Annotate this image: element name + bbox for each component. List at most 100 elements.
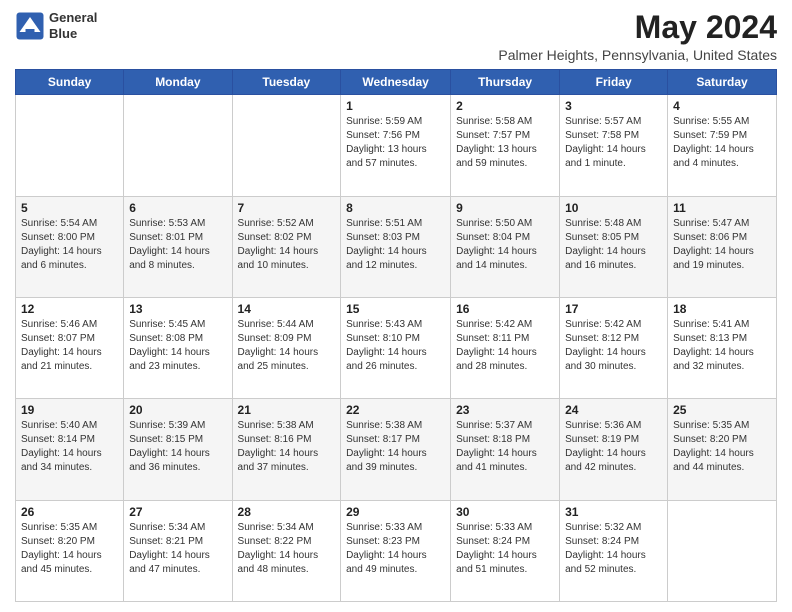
- day-number-0-6: 4: [673, 99, 771, 113]
- day-number-4-2: 28: [238, 505, 336, 519]
- day-number-1-3: 8: [346, 201, 445, 215]
- day-number-3-3: 22: [346, 403, 445, 417]
- cell-0-3: 1 Sunrise: 5:59 AM Sunset: 7:56 PM Daylig…: [341, 95, 451, 196]
- cell-4-3: 29 Sunrise: 5:33 AM Sunset: 8:23 PM Dayli…: [341, 500, 451, 601]
- cell-4-6: [668, 500, 777, 601]
- week-row-1: 5 Sunrise: 5:54 AM Sunset: 8:00 PM Daylig…: [16, 196, 777, 297]
- day-info-3-1: Sunrise: 5:39 AM Sunset: 8:15 PM Dayligh…: [129, 419, 226, 475]
- cell-4-5: 31 Sunrise: 5:32 AM Sunset: 8:24 PM Dayli…: [560, 500, 668, 601]
- cell-4-0: 26 Sunrise: 5:35 AM Sunset: 8:20 PM Dayli…: [16, 500, 124, 601]
- cell-2-1: 13 Sunrise: 5:45 AM Sunset: 8:08 PM Dayli…: [124, 297, 232, 398]
- day-number-0-3: 1: [346, 99, 445, 113]
- day-number-4-0: 26: [21, 505, 118, 519]
- day-info-1-4: Sunrise: 5:50 AM Sunset: 8:04 PM Dayligh…: [456, 217, 554, 273]
- cell-0-6: 4Sunrise: 5:55 AM Sunset: 7:59 PM Daylig…: [668, 95, 777, 196]
- day-info-2-4: Sunrise: 5:42 AM Sunset: 8:11 PM Dayligh…: [456, 318, 554, 374]
- week-row-0: 1 Sunrise: 5:59 AM Sunset: 7:56 PM Daylig…: [16, 95, 777, 196]
- day-info-4-0: Sunrise: 5:35 AM Sunset: 8:20 PM Dayligh…: [21, 521, 118, 577]
- day-info-1-1: Sunrise: 5:53 AM Sunset: 8:01 PM Dayligh…: [129, 217, 226, 273]
- logo-line1: General: [49, 10, 97, 26]
- cell-2-3: 15 Sunrise: 5:43 AM Sunset: 8:10 PM Dayli…: [341, 297, 451, 398]
- cell-2-4: 16 Sunrise: 5:42 AM Sunset: 8:11 PM Dayli…: [451, 297, 560, 398]
- col-thursday: Thursday: [451, 70, 560, 95]
- cell-0-0: [16, 95, 124, 196]
- day-info-4-3: Sunrise: 5:33 AM Sunset: 8:23 PM Dayligh…: [346, 521, 445, 577]
- cell-1-5: 10Sunrise: 5:48 AM Sunset: 8:05 PM Dayli…: [560, 196, 668, 297]
- col-wednesday: Wednesday: [341, 70, 451, 95]
- day-info-2-3: Sunrise: 5:43 AM Sunset: 8:10 PM Dayligh…: [346, 318, 445, 374]
- cell-2-6: 18 Sunrise: 5:41 AM Sunset: 8:13 PM Dayli…: [668, 297, 777, 398]
- cell-3-6: 25Sunrise: 5:35 AM Sunset: 8:20 PM Dayli…: [668, 399, 777, 500]
- day-info-2-0: Sunrise: 5:46 AM Sunset: 8:07 PM Dayligh…: [21, 318, 118, 374]
- title-block: May 2024 Palmer Heights, Pennsylvania, U…: [498, 10, 777, 63]
- calendar-table: Sunday Monday Tuesday Wednesday Thursday…: [15, 69, 777, 602]
- day-number-1-1: 6: [129, 201, 226, 215]
- col-sunday: Sunday: [16, 70, 124, 95]
- day-info-4-5: Sunrise: 5:32 AM Sunset: 8:24 PM Dayligh…: [565, 521, 662, 577]
- day-number-2-4: 16: [456, 302, 554, 316]
- cell-3-3: 22 Sunrise: 5:38 AM Sunset: 8:17 PM Dayli…: [341, 399, 451, 500]
- day-number-3-4: 23: [456, 403, 554, 417]
- day-number-1-2: 7: [238, 201, 336, 215]
- col-monday: Monday: [124, 70, 232, 95]
- day-number-3-2: 21: [238, 403, 336, 417]
- cell-0-1: [124, 95, 232, 196]
- logo-icon: [15, 11, 45, 41]
- cell-3-2: 21 Sunrise: 5:38 AM Sunset: 8:16 PM Dayli…: [232, 399, 341, 500]
- cell-3-1: 20Sunrise: 5:39 AM Sunset: 8:15 PM Dayli…: [124, 399, 232, 500]
- day-info-0-3: Sunrise: 5:59 AM Sunset: 7:56 PM Dayligh…: [346, 115, 445, 171]
- main-title: May 2024: [498, 10, 777, 45]
- day-number-0-4: 2: [456, 99, 554, 113]
- day-number-4-1: 27: [129, 505, 226, 519]
- day-info-1-2: Sunrise: 5:52 AM Sunset: 8:02 PM Dayligh…: [238, 217, 336, 273]
- day-info-0-4: Sunrise: 5:58 AM Sunset: 7:57 PM Dayligh…: [456, 115, 554, 171]
- cell-4-1: 27 Sunrise: 5:34 AM Sunset: 8:21 PM Dayli…: [124, 500, 232, 601]
- day-info-3-2: Sunrise: 5:38 AM Sunset: 8:16 PM Dayligh…: [238, 419, 336, 475]
- page: General Blue May 2024 Palmer Heights, Pe…: [0, 0, 792, 612]
- day-info-3-4: Sunrise: 5:37 AM Sunset: 8:18 PM Dayligh…: [456, 419, 554, 475]
- day-info-4-1: Sunrise: 5:34 AM Sunset: 8:21 PM Dayligh…: [129, 521, 226, 577]
- day-number-4-5: 31: [565, 505, 662, 519]
- cell-1-3: 8 Sunrise: 5:51 AM Sunset: 8:03 PM Daylig…: [341, 196, 451, 297]
- day-info-3-6: Sunrise: 5:35 AM Sunset: 8:20 PM Dayligh…: [673, 419, 771, 475]
- cell-0-2: [232, 95, 341, 196]
- logo: General Blue: [15, 10, 97, 41]
- cell-3-5: 24Sunrise: 5:36 AM Sunset: 8:19 PM Dayli…: [560, 399, 668, 500]
- cell-3-0: 19Sunrise: 5:40 AM Sunset: 8:14 PM Dayli…: [16, 399, 124, 500]
- calendar-header: Sunday Monday Tuesday Wednesday Thursday…: [16, 70, 777, 95]
- cell-2-0: 12 Sunrise: 5:46 AM Sunset: 8:07 PM Dayli…: [16, 297, 124, 398]
- day-number-1-0: 5: [21, 201, 118, 215]
- day-number-2-1: 13: [129, 302, 226, 316]
- day-info-4-2: Sunrise: 5:34 AM Sunset: 8:22 PM Dayligh…: [238, 521, 336, 577]
- logo-line2: Blue: [49, 26, 97, 42]
- day-info-3-3: Sunrise: 5:38 AM Sunset: 8:17 PM Dayligh…: [346, 419, 445, 475]
- day-number-2-3: 15: [346, 302, 445, 316]
- header: General Blue May 2024 Palmer Heights, Pe…: [15, 10, 777, 63]
- day-number-2-6: 18: [673, 302, 771, 316]
- day-number-3-0: 19: [21, 403, 118, 417]
- day-info-1-6: Sunrise: 5:47 AM Sunset: 8:06 PM Dayligh…: [673, 217, 771, 273]
- day-number-1-4: 9: [456, 201, 554, 215]
- cell-1-2: 7 Sunrise: 5:52 AM Sunset: 8:02 PM Daylig…: [232, 196, 341, 297]
- day-number-2-2: 14: [238, 302, 336, 316]
- day-info-1-0: Sunrise: 5:54 AM Sunset: 8:00 PM Dayligh…: [21, 217, 118, 273]
- col-saturday: Saturday: [668, 70, 777, 95]
- cell-2-5: 17Sunrise: 5:42 AM Sunset: 8:12 PM Dayli…: [560, 297, 668, 398]
- header-row: Sunday Monday Tuesday Wednesday Thursday…: [16, 70, 777, 95]
- day-number-3-5: 24: [565, 403, 662, 417]
- day-number-2-0: 12: [21, 302, 118, 316]
- cell-1-6: 11 Sunrise: 5:47 AM Sunset: 8:06 PM Dayli…: [668, 196, 777, 297]
- day-info-2-1: Sunrise: 5:45 AM Sunset: 8:08 PM Dayligh…: [129, 318, 226, 374]
- week-row-3: 19Sunrise: 5:40 AM Sunset: 8:14 PM Dayli…: [16, 399, 777, 500]
- day-info-1-3: Sunrise: 5:51 AM Sunset: 8:03 PM Dayligh…: [346, 217, 445, 273]
- day-info-2-6: Sunrise: 5:41 AM Sunset: 8:13 PM Dayligh…: [673, 318, 771, 374]
- cell-4-2: 28 Sunrise: 5:34 AM Sunset: 8:22 PM Dayli…: [232, 500, 341, 601]
- day-number-4-3: 29: [346, 505, 445, 519]
- day-number-1-5: 10: [565, 201, 662, 215]
- day-info-4-4: Sunrise: 5:33 AM Sunset: 8:24 PM Dayligh…: [456, 521, 554, 577]
- cell-1-0: 5 Sunrise: 5:54 AM Sunset: 8:00 PM Daylig…: [16, 196, 124, 297]
- cell-1-1: 6 Sunrise: 5:53 AM Sunset: 8:01 PM Daylig…: [124, 196, 232, 297]
- day-number-1-6: 11: [673, 201, 771, 215]
- cell-0-5: 3Sunrise: 5:57 AM Sunset: 7:58 PM Daylig…: [560, 95, 668, 196]
- cell-4-4: 30Sunrise: 5:33 AM Sunset: 8:24 PM Dayli…: [451, 500, 560, 601]
